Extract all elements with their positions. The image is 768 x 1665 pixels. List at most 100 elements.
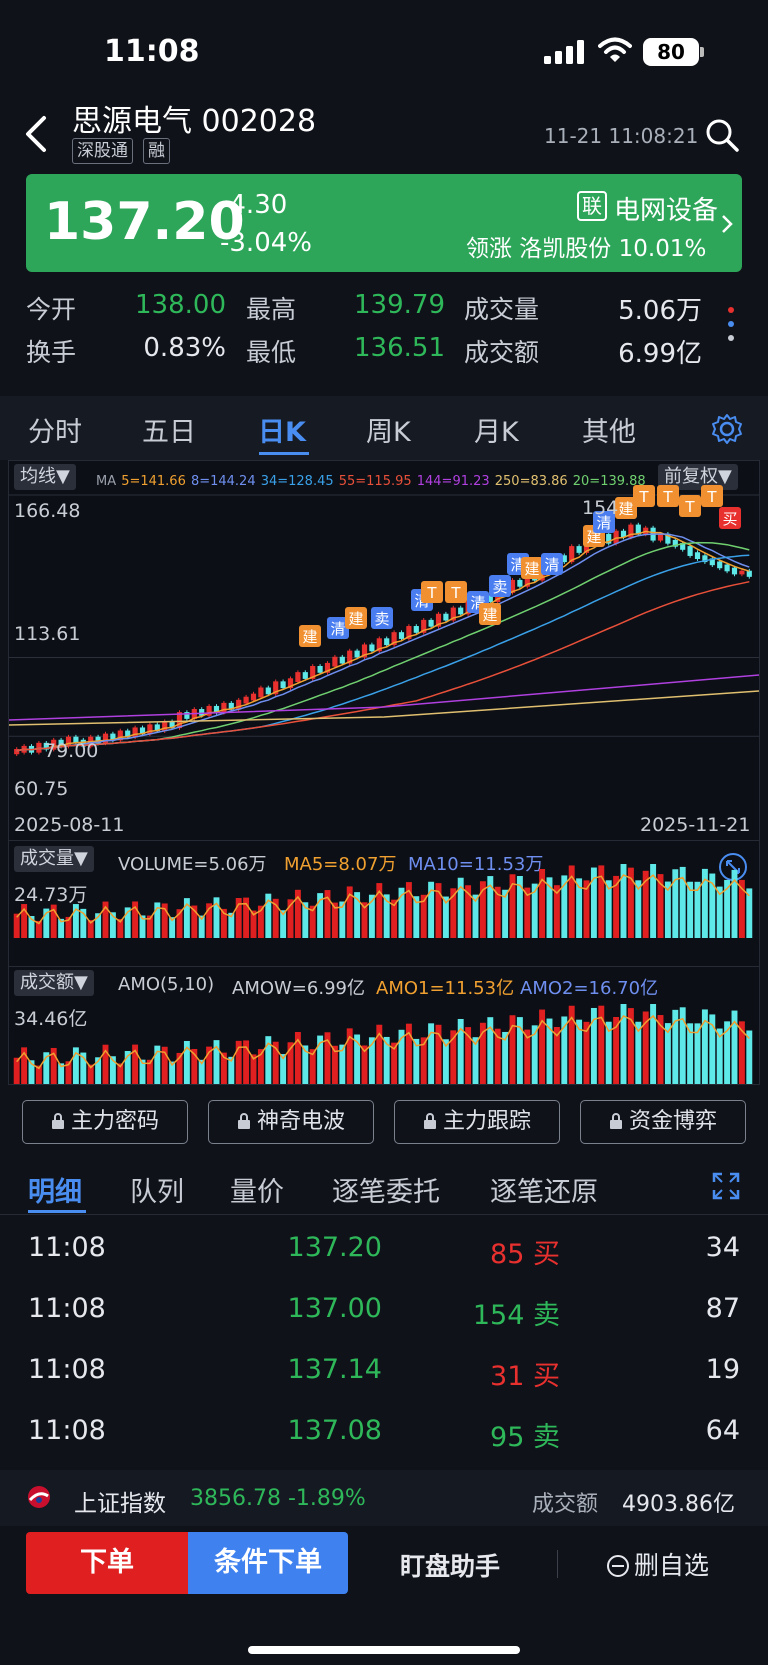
tab-order-by-order[interactable]: 逐笔委托 <box>332 1170 440 1209</box>
trade-count: 34 <box>705 1232 740 1263</box>
lock-icon <box>237 1113 250 1129</box>
tab-daily-k[interactable]: 日K <box>258 410 306 449</box>
fullscreen-icon[interactable] <box>712 1172 740 1200</box>
signal-badge-text: 建 <box>348 610 363 628</box>
trade-count: 19 <box>705 1354 740 1385</box>
candle <box>687 546 693 556</box>
watch-helper-button[interactable]: 盯盘助手 <box>400 1547 500 1583</box>
signal-badge-text: T <box>706 488 717 506</box>
feature-label: 主力跟踪 <box>442 1109 531 1134</box>
signal-badge: 建 <box>299 625 321 647</box>
remove-watchlist-button[interactable]: 删自选 <box>606 1546 709 1582</box>
tag-margin: 融 <box>143 138 170 164</box>
trade-volume: 31 买 <box>490 1361 560 1392</box>
ma250-line <box>9 690 759 726</box>
subchart-divider <box>9 966 759 967</box>
feature-capital-game-button[interactable]: 资金博弈 <box>580 1100 746 1144</box>
ma144-line <box>9 674 759 721</box>
signal-badge: T <box>679 495 701 517</box>
signal-badge-text: 清 <box>544 556 559 574</box>
back-arrow-icon[interactable] <box>22 114 52 154</box>
amo1-text: AMO1=11.53亿 <box>376 978 515 999</box>
minus-circle-icon <box>607 1555 629 1577</box>
candle <box>694 552 701 560</box>
amo2-text: AMO2=16.70亿 <box>520 978 659 999</box>
conditional-order-button[interactable]: 条件下单 <box>188 1532 348 1594</box>
y-axis-mid: 113.61 <box>14 623 81 645</box>
ma20-line <box>16 541 750 752</box>
candle <box>280 681 286 689</box>
exchange-logo-icon <box>28 1486 50 1508</box>
lock-icon <box>423 1113 436 1129</box>
signal-badge: 建 <box>521 557 543 579</box>
tab-monthly-k[interactable]: 月K <box>474 410 519 449</box>
amo-params: AMO(5,10) <box>118 974 215 995</box>
detail-tab-underline <box>28 1210 86 1213</box>
signal-badge: T <box>421 581 443 603</box>
index-amount-label: 成交额 <box>532 1492 599 1517</box>
more-dots-icon[interactable] <box>727 304 735 344</box>
amount-dropdown[interactable]: 成交额▼ <box>14 970 94 996</box>
candle <box>398 632 405 639</box>
turnover-label: 换手 <box>26 338 77 367</box>
tab-intraday[interactable]: 分时 <box>28 410 82 449</box>
signal-badge: 建 <box>479 603 501 625</box>
low-price-mark: 79.00 <box>44 740 99 762</box>
feature-label: 神奇电波 <box>256 1109 345 1134</box>
lock-icon <box>609 1113 622 1129</box>
tab-detail[interactable]: 明细 <box>28 1170 82 1209</box>
candle <box>384 638 390 646</box>
candle <box>746 570 752 577</box>
sector-leader[interactable]: 领涨 洛凯股份 10.01% <box>466 229 706 263</box>
cellular-signal-icon <box>544 40 584 64</box>
volume-label: 成交量 <box>464 295 540 324</box>
tab-volume-price[interactable]: 量价 <box>230 1170 284 1209</box>
price-change-percent: -3.04% <box>220 228 312 258</box>
ma34-line <box>16 554 750 752</box>
candle <box>332 656 338 667</box>
tab-underline <box>259 452 309 455</box>
high-value: 139.79 <box>354 290 445 320</box>
date-end: 2025-11-21 <box>640 814 751 836</box>
sector-name[interactable]: 电网设备 <box>614 190 718 227</box>
signal-badge: 买 <box>719 507 741 529</box>
candle <box>354 650 360 658</box>
trade-time: 11:08 <box>28 1232 106 1263</box>
candle <box>147 724 153 735</box>
amow-text: AMOW=6.99亿 <box>232 978 365 999</box>
search-icon[interactable] <box>705 118 739 152</box>
signal-badge: T <box>657 485 679 507</box>
tab-other[interactable]: 其他 <box>582 410 636 449</box>
low-label: 最低 <box>246 338 297 367</box>
candle <box>369 644 375 652</box>
gear-icon[interactable] <box>710 412 744 446</box>
volume-bars <box>13 864 753 938</box>
volume-value: 5.06万 <box>618 296 702 326</box>
tab-five-day[interactable]: 五日 <box>142 410 196 449</box>
index-value: 3856.78 -1.89% <box>190 1486 366 1511</box>
signal-badge-text: T <box>662 488 673 506</box>
chevron-right-icon[interactable] <box>721 214 733 234</box>
candle <box>243 696 249 704</box>
tab-queue[interactable]: 队列 <box>130 1170 184 1209</box>
tag-shenguqtong: 深股通 <box>72 138 133 164</box>
candle <box>302 672 308 679</box>
candle <box>295 672 301 682</box>
battery-indicator: 80 <box>643 38 699 66</box>
signal-badge-text: 卖 <box>492 578 507 596</box>
stock-name: 思源电气 002028 <box>72 104 317 139</box>
index-amount: 4903.86亿 <box>622 1492 735 1517</box>
amount-bar <box>746 1030 753 1084</box>
place-order-button[interactable]: 下单 <box>26 1532 188 1594</box>
candle <box>317 665 323 673</box>
candle <box>339 656 345 664</box>
candle <box>576 546 582 553</box>
trade-time: 11:08 <box>28 1354 106 1385</box>
low-value: 136.51 <box>354 333 445 363</box>
linked-badge: 联 <box>577 191 607 221</box>
tab-weekly-k[interactable]: 周K <box>366 410 411 449</box>
tab-trade-replay[interactable]: 逐笔还原 <box>490 1170 598 1209</box>
feature-magic-wave-button[interactable]: 神奇电波 <box>208 1100 374 1144</box>
feature-main-track-button[interactable]: 主力跟踪 <box>394 1100 560 1144</box>
feature-main-code-button[interactable]: 主力密码 <box>22 1100 188 1144</box>
